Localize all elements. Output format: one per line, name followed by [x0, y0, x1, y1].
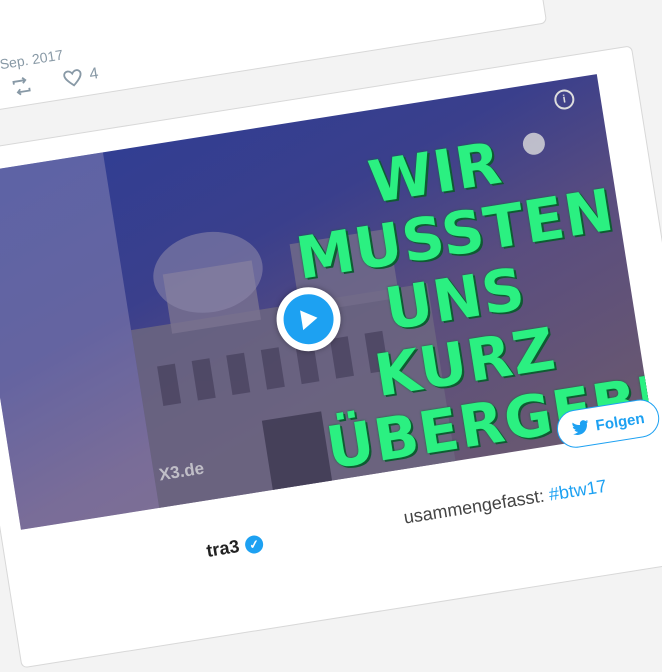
twitter-bird-icon: [572, 419, 589, 435]
hashtag-link[interactable]: #btw17: [548, 476, 608, 505]
like-icon: [63, 69, 82, 87]
retweet-action[interactable]: [9, 74, 34, 99]
verified-icon: ✓: [243, 533, 265, 555]
info-icon[interactable]: i: [552, 88, 576, 111]
like-count: 4: [88, 65, 100, 84]
retweet-icon: [12, 77, 31, 96]
video-player[interactable]: WIR MUSSTEN UNS KURZ ÜBERGEBEN i X3.de: [0, 74, 654, 530]
play-icon: [300, 310, 318, 331]
follow-button-label: Folgen: [594, 409, 646, 434]
video-tweet-card: WIR MUSSTEN UNS KURZ ÜBERGEBEN i X3.de F: [0, 45, 662, 669]
caption-text: usammengefasst:: [402, 485, 546, 528]
tweet-feed: · 27. Sep. 2017 1 4: [0, 0, 662, 669]
account-name: tra3: [205, 535, 241, 561]
tweet-caption: usammengefasst: #btw17: [402, 476, 608, 529]
like-action[interactable]: 4: [60, 63, 100, 91]
account-name-row[interactable]: tra3 ✓: [205, 532, 265, 562]
